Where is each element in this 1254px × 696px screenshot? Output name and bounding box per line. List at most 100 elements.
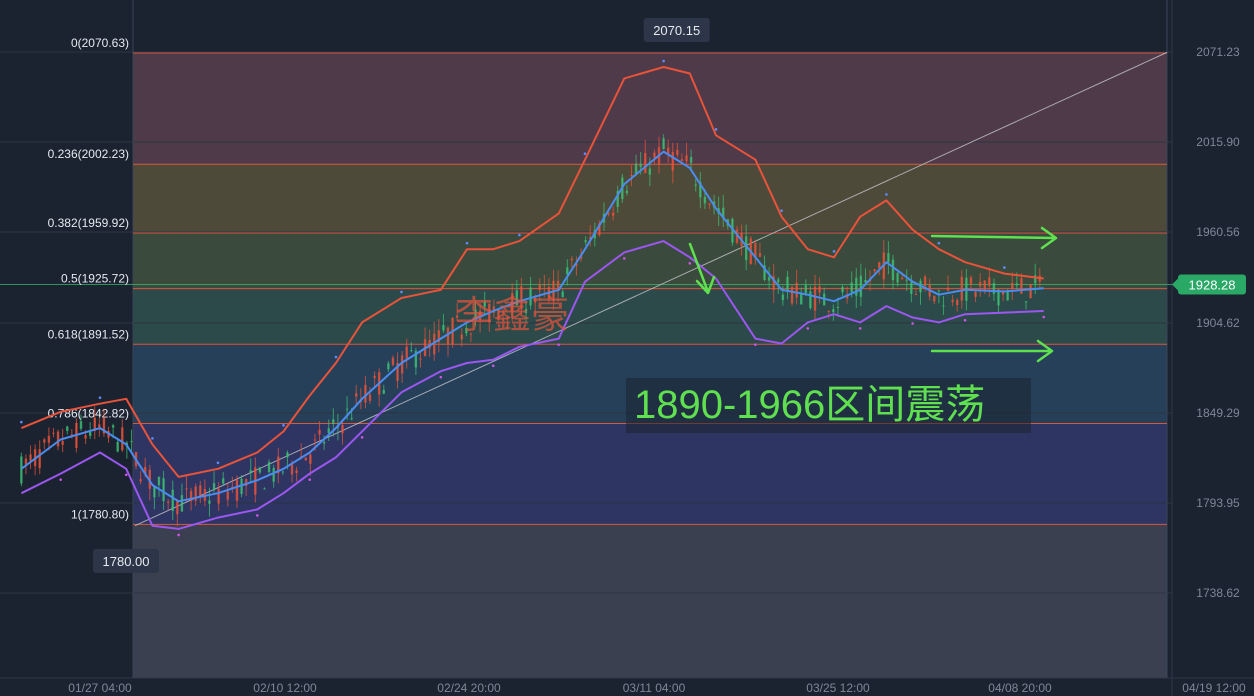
sar-dot <box>98 396 102 400</box>
candle-body <box>217 488 220 504</box>
candle-body <box>689 157 693 163</box>
sar-dot <box>780 209 783 212</box>
sar-dot <box>255 514 259 517</box>
candle-body <box>345 408 349 410</box>
candle-body <box>272 467 275 482</box>
candle-body <box>777 279 780 283</box>
candle-body <box>43 439 46 443</box>
candle-body <box>52 432 55 434</box>
sar-dot <box>334 355 338 359</box>
candle-body <box>859 275 863 297</box>
candle-body <box>373 375 376 379</box>
candle-body <box>263 488 266 490</box>
candle-body <box>887 253 890 263</box>
candle-body <box>304 457 307 461</box>
candle-body <box>157 476 161 486</box>
candle-body <box>685 155 688 162</box>
candle-body <box>786 276 789 292</box>
y-tick-label: 1960.56 <box>1196 225 1240 239</box>
candle-body <box>199 485 202 496</box>
sar-dot <box>400 290 403 294</box>
y-tick-label: 1738.62 <box>1196 586 1240 600</box>
candle-body <box>942 305 945 307</box>
candle-body <box>267 461 271 472</box>
candle-body <box>153 486 156 498</box>
fib-label: 0.786(1842.82) <box>48 407 129 421</box>
candle-body <box>818 286 821 293</box>
candle-body <box>974 291 977 297</box>
sar-dot <box>465 241 469 245</box>
candle-body <box>790 287 794 304</box>
candle-body <box>166 501 170 503</box>
candle-body <box>405 346 408 359</box>
candle-body <box>226 491 229 500</box>
candle-body <box>639 163 642 167</box>
candle-body <box>446 327 450 345</box>
candle-body <box>878 262 881 269</box>
sar-dot <box>911 322 914 325</box>
y-tick-label: 1793.95 <box>1196 496 1240 510</box>
candle-body <box>410 350 413 352</box>
sar-dot <box>714 128 718 131</box>
candle-body <box>538 284 541 291</box>
sar-dot <box>59 478 62 481</box>
candle-body <box>391 357 395 365</box>
high-label: 2070.15 <box>653 23 700 38</box>
candle-body <box>896 273 899 283</box>
candle-body <box>804 285 808 294</box>
candle-body <box>29 454 32 461</box>
candle-body <box>933 295 936 302</box>
candle-body <box>781 294 785 301</box>
candle-body <box>951 299 954 302</box>
sar-dot <box>1042 315 1046 319</box>
candle-body <box>56 431 60 447</box>
candle-body <box>625 190 629 194</box>
candle-body <box>611 212 615 216</box>
candle-body <box>969 277 973 285</box>
x-tick-label: 01/27 04:00 <box>68 681 132 695</box>
candle-body <box>543 284 546 286</box>
candle-body <box>703 196 707 204</box>
candle-body <box>318 429 321 435</box>
candle-body <box>47 435 51 443</box>
candle-body <box>327 428 330 433</box>
candle-body <box>286 452 289 458</box>
candle-body <box>988 277 991 286</box>
candle-body <box>295 470 298 473</box>
price-chart: 0(2070.63) 0.236(2002.23) 0.382(1959.92) 0.… <box>0 0 1254 696</box>
candle-body <box>648 168 652 175</box>
annotation-text: 1890-1966区间震荡 <box>634 383 985 427</box>
candle-body <box>111 425 115 428</box>
candle-body <box>1015 283 1019 286</box>
candle-body <box>355 393 358 397</box>
candle-body <box>368 394 372 401</box>
sar-dot <box>688 262 692 265</box>
x-tick-label: 02/10 12:00 <box>253 681 317 695</box>
candle-body <box>1029 284 1032 299</box>
candle-body <box>956 300 959 306</box>
candle-body <box>827 310 830 312</box>
candle-body <box>676 150 679 155</box>
candle-body <box>341 424 344 434</box>
sar-dot <box>622 257 626 260</box>
candle-body <box>662 138 665 150</box>
candle-body <box>891 259 895 281</box>
candle-body <box>185 488 188 490</box>
candle-body <box>850 282 853 293</box>
candle-body <box>946 287 950 291</box>
candle-body <box>258 467 262 473</box>
candle-body <box>900 277 904 280</box>
fib-label: 0(2070.63) <box>71 36 129 50</box>
candle-body <box>332 419 335 424</box>
candle-body <box>212 483 216 491</box>
sar-dot <box>491 364 495 368</box>
sar-dot <box>151 437 154 440</box>
x-tick-label: 02/24 20:00 <box>437 681 501 695</box>
candle-body <box>176 500 179 515</box>
candle-body <box>905 279 908 281</box>
fib-label: 0.382(1959.92) <box>48 216 129 230</box>
sar-dot <box>937 241 941 245</box>
sar-dot <box>885 193 888 196</box>
fib-band-below <box>133 524 1167 678</box>
candle-body <box>767 277 771 281</box>
